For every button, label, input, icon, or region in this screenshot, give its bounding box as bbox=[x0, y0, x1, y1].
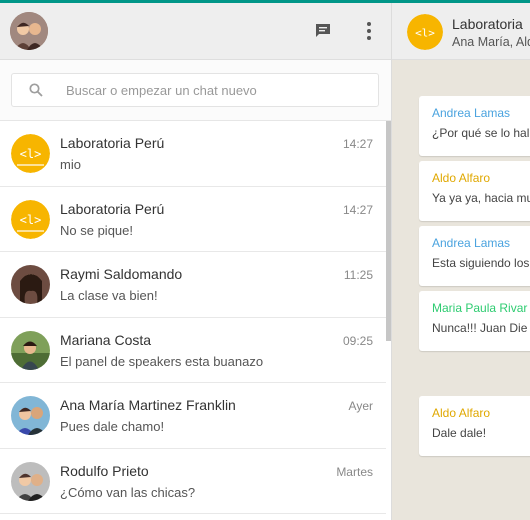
chat-icon[interactable] bbox=[311, 19, 335, 43]
chat-row-laboratoria-1[interactable]: <l> Laboratoria Perú 14:27 mio bbox=[0, 121, 386, 187]
chat-name: Rodulfo Prieto bbox=[60, 462, 149, 479]
chat-last-message: Pues dale chamo! bbox=[60, 419, 165, 434]
svg-text:<l>: <l> bbox=[20, 147, 42, 161]
profile-avatar[interactable] bbox=[10, 12, 48, 50]
contact-avatar bbox=[11, 265, 50, 304]
contact-avatar bbox=[11, 330, 50, 370]
chat-last-message: El panel de speakers esta buanazo bbox=[60, 353, 264, 369]
search-input[interactable] bbox=[64, 74, 368, 106]
chat-list: <l> Laboratoria Perú 14:27 mio <l> Labor… bbox=[0, 121, 386, 514]
chat-list-pane: <l> Laboratoria Perú 14:27 mio <l> Labor… bbox=[0, 3, 392, 520]
laboratoria-logo-icon: <l> bbox=[11, 199, 50, 239]
chat-row-raymi[interactable]: Raymi Saldomando 11:25 La clase va bien! bbox=[0, 252, 386, 318]
message-author: Andrea Lamas bbox=[432, 106, 511, 120]
conversation-title: Laboratoria bbox=[452, 16, 523, 32]
chat-last-message: La clase va bien! bbox=[60, 288, 158, 303]
more-vert-icon[interactable] bbox=[357, 19, 381, 43]
laboratoria-logo-icon: <l> bbox=[11, 134, 50, 173]
chat-name: Raymi Saldomando bbox=[60, 266, 183, 282]
message-text: Nunca!!! Juan Die bbox=[432, 321, 528, 335]
chat-name: Laboratoria Perú bbox=[60, 135, 165, 151]
chat-name: Laboratoria Perú bbox=[60, 200, 165, 217]
chat-name: Mariana Costa bbox=[60, 331, 152, 348]
chat-time: 11:25 bbox=[343, 268, 373, 282]
conversation-pane: <l> Laboratoria Ana María, Aldo Andrea L… bbox=[392, 3, 530, 520]
message-text: Dale dale! bbox=[432, 426, 487, 440]
chat-row-laboratoria-2[interactable]: <l> Laboratoria Perú 14:27 No se pique! bbox=[0, 187, 386, 252]
chat-row-ana-maria[interactable]: Ana María Martinez Franklin Ayer Pues da… bbox=[0, 383, 386, 449]
message-bubble: Andrea Lamas Esta siguiendo los bbox=[419, 226, 530, 286]
message-text: Esta siguiendo los bbox=[432, 256, 530, 270]
message-text: ¿Por qué se lo hal bbox=[432, 126, 530, 140]
contact-avatar bbox=[11, 461, 50, 501]
left-header bbox=[0, 3, 391, 60]
chat-list-scrollbar[interactable] bbox=[386, 121, 391, 341]
chat-last-message: No se pique! bbox=[60, 222, 133, 238]
search-icon bbox=[29, 83, 45, 99]
message-author: Andrea Lamas bbox=[432, 236, 511, 250]
message-bubble: Aldo Alfaro Ya ya ya, hacia mu bbox=[419, 161, 530, 221]
chat-row-rodulfo[interactable]: Rodulfo Prieto Martes ¿Cómo van las chic… bbox=[0, 449, 386, 514]
message-author: Maria Paula Rivar bbox=[432, 301, 528, 315]
chat-time: 14:27 bbox=[342, 202, 373, 217]
chat-row-mariana[interactable]: Mariana Costa 09:25 El panel de speakers… bbox=[0, 318, 386, 383]
message-bubble: Andrea Lamas ¿Por qué se lo hal bbox=[419, 96, 530, 156]
message-bubble: Maria Paula Rivar Nunca!!! Juan Die bbox=[419, 291, 530, 351]
message-author: Aldo Alfaro bbox=[432, 171, 491, 185]
chat-name: Ana María Martinez Franklin bbox=[60, 397, 236, 413]
search-bar bbox=[0, 60, 391, 121]
svg-text:<l>: <l> bbox=[20, 213, 42, 227]
conversation-participants: Ana María, Aldo bbox=[452, 35, 530, 49]
search-box[interactable] bbox=[11, 73, 379, 107]
contact-avatar bbox=[11, 396, 50, 435]
conversation-header[interactable]: <l> Laboratoria Ana María, Aldo bbox=[392, 3, 530, 60]
message-author: Aldo Alfaro bbox=[432, 406, 491, 420]
message-bubble: Aldo Alfaro Dale dale! bbox=[419, 396, 530, 456]
chat-time: Martes bbox=[336, 464, 373, 479]
chat-time: 09:25 bbox=[342, 333, 373, 348]
chat-time: Ayer bbox=[348, 399, 373, 413]
message-text: Ya ya ya, hacia mu bbox=[432, 191, 530, 205]
chat-time: 14:27 bbox=[342, 137, 373, 151]
chat-last-message: ¿Cómo van las chicas? bbox=[60, 484, 196, 500]
svg-text:<l>: <l> bbox=[415, 27, 435, 40]
laboratoria-logo-icon: <l> bbox=[407, 14, 443, 50]
chat-last-message: mio bbox=[60, 157, 81, 172]
